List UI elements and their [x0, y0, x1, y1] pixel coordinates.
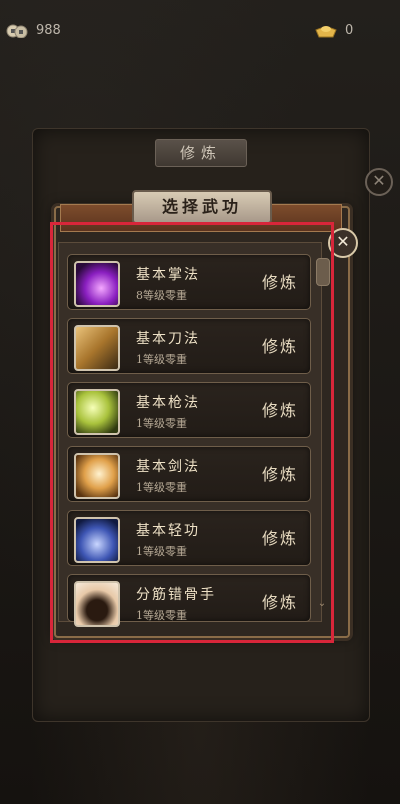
- train-button[interactable]: 修炼: [262, 333, 298, 357]
- sword-skill-icon: [74, 453, 120, 499]
- claw-skill-icon: [74, 581, 120, 627]
- train-button[interactable]: 修炼: [262, 397, 298, 421]
- skill-row[interactable]: 基本刀法 1等级零重 修炼: [67, 318, 311, 374]
- chevron-down-icon: ⌄: [317, 598, 327, 609]
- blade-skill-icon: [74, 325, 120, 371]
- train-button[interactable]: 修炼: [262, 269, 298, 293]
- scrollbar-handle[interactable]: [316, 258, 330, 286]
- palm-skill-icon: [74, 261, 120, 307]
- cultivate-tab[interactable]: 修炼: [155, 139, 247, 167]
- train-button[interactable]: 修炼: [262, 525, 298, 549]
- gold-ingot-icon: [315, 26, 337, 38]
- skill-level: 1等级零重: [136, 417, 187, 430]
- train-button[interactable]: 修炼: [262, 461, 298, 485]
- skill-row[interactable]: 基本枪法 1等级零重 修炼: [67, 382, 311, 438]
- coins-icon: [6, 24, 28, 38]
- ingot-count: 0: [345, 23, 354, 38]
- coin-count: 988: [36, 23, 61, 38]
- skill-name: 基本枪法: [136, 395, 200, 411]
- currency-bar: 988 0: [0, 18, 400, 46]
- skill-level: 1等级零重: [136, 481, 187, 494]
- skill-row[interactable]: 基本掌法 8等级零重 修炼: [67, 254, 311, 310]
- skill-name: 基本轻功: [136, 523, 200, 539]
- skill-row[interactable]: 基本轻功 1等级零重 修炼: [67, 510, 311, 566]
- background-close-icon[interactable]: ✕: [365, 168, 393, 196]
- skill-name: 基本掌法: [136, 267, 200, 283]
- close-icon[interactable]: ✕: [328, 228, 358, 258]
- skill-level: 1等级零重: [136, 545, 187, 558]
- train-button[interactable]: 修炼: [262, 589, 298, 613]
- skill-name: 分筋错骨手: [136, 587, 216, 603]
- skill-name: 基本刀法: [136, 331, 200, 347]
- skill-name: 基本剑法: [136, 459, 200, 475]
- skill-level: 1等级零重: [136, 353, 187, 366]
- skill-row[interactable]: 基本剑法 1等级零重 修炼: [67, 446, 311, 502]
- dialog-title: 选择武功: [132, 190, 272, 224]
- spear-skill-icon: [74, 389, 120, 435]
- skill-level: 8等级零重: [136, 289, 187, 302]
- skill-level: 1等级零重: [136, 609, 187, 622]
- skill-row[interactable]: 分筋错骨手 1等级零重 修炼: [67, 574, 311, 627]
- lightness-skill-icon: [74, 517, 120, 563]
